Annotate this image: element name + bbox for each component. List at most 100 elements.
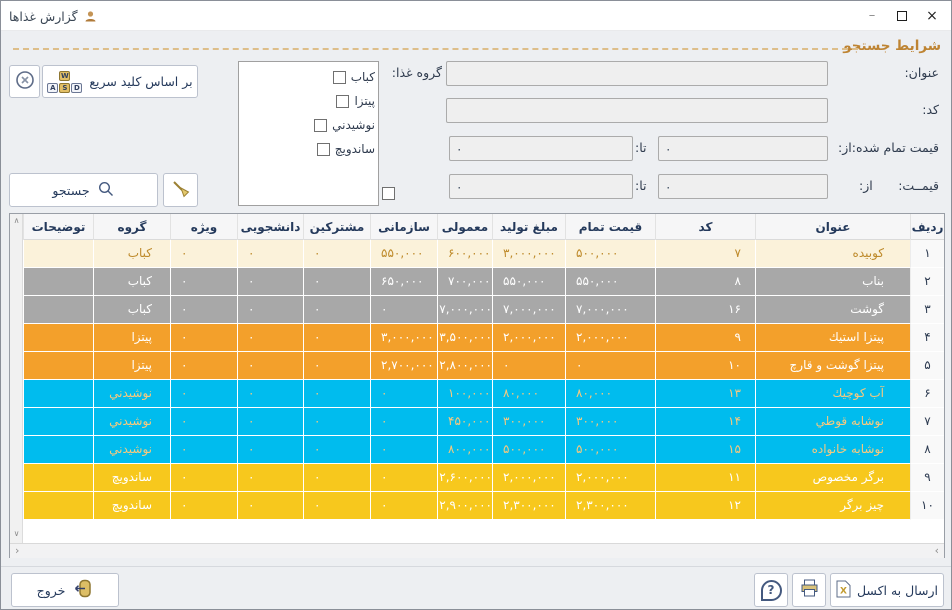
- cell-code[interactable]: ۱۵: [655, 436, 755, 464]
- cell-subscribers-price[interactable]: ۰: [303, 296, 370, 324]
- cell-notes[interactable]: [23, 352, 93, 380]
- cell-notes[interactable]: [23, 464, 93, 492]
- cell-code[interactable]: ۱۲: [655, 492, 755, 520]
- cell-production-amount[interactable]: ۳,۰۰۰,۰۰۰: [492, 240, 565, 268]
- cell-notes[interactable]: [23, 268, 93, 296]
- cost-to-input[interactable]: [449, 136, 633, 161]
- cell-title[interactable]: پیتزا گوشت و قارچ: [755, 352, 910, 380]
- cell-production-amount[interactable]: ۷,۰۰۰,۰۰۰: [492, 296, 565, 324]
- cell-normal-price[interactable]: ۱۰۰,۰۰۰: [437, 380, 492, 408]
- cell-subscribers-price[interactable]: ۰: [303, 324, 370, 352]
- cell-title[interactable]: پیتزا استیك: [755, 324, 910, 352]
- group-option[interactable]: نوشیدني: [239, 113, 378, 137]
- clear-search-button[interactable]: [163, 173, 198, 207]
- cell-total-cost[interactable]: ۰: [565, 352, 655, 380]
- clear-quick-key-button[interactable]: [9, 65, 40, 98]
- cell-organizational-price[interactable]: ۰: [370, 492, 437, 520]
- group-option[interactable]: کباب: [239, 65, 378, 89]
- cell-production-amount[interactable]: ۸۰,۰۰۰: [492, 380, 565, 408]
- cell-title[interactable]: چیز برگر: [755, 492, 910, 520]
- cell-group[interactable]: نوشیدني: [93, 408, 170, 436]
- close-button[interactable]: ×: [917, 2, 947, 29]
- cell-notes[interactable]: [23, 296, 93, 324]
- cell-normal-price[interactable]: ۴۵۰,۰۰۰: [437, 408, 492, 436]
- cell-group[interactable]: پیتزا: [93, 324, 170, 352]
- cell-student-price[interactable]: ۰: [237, 296, 303, 324]
- help-button[interactable]: ?: [754, 573, 788, 607]
- cell-radif[interactable]: ۹: [910, 464, 944, 492]
- cell-code[interactable]: ۱۶: [655, 296, 755, 324]
- cell-total-cost[interactable]: ۳۰۰,۰۰۰: [565, 408, 655, 436]
- column-header-total-cost[interactable]: قیمت تمام: [565, 214, 655, 240]
- cell-radif[interactable]: ۱: [910, 240, 944, 268]
- table-row[interactable]: ۱کوبیده۷۵۰۰,۰۰۰۳,۰۰۰,۰۰۰۶۰۰,۰۰۰۵۵۰,۰۰۰۰۰…: [23, 240, 944, 268]
- minimize-button[interactable]: –: [857, 2, 887, 29]
- cell-special-price[interactable]: ۰: [170, 408, 237, 436]
- cell-title[interactable]: آب کوچیك: [755, 380, 910, 408]
- cell-notes[interactable]: [23, 240, 93, 268]
- cell-organizational-price[interactable]: ۰: [370, 464, 437, 492]
- cell-special-price[interactable]: ۰: [170, 240, 237, 268]
- cell-radif[interactable]: ۸: [910, 436, 944, 464]
- food-group-listbox[interactable]: کبابپیتزانوشیدنيساندویچ: [238, 61, 379, 206]
- table-row[interactable]: ۴پیتزا استیك۹۲,۰۰۰,۰۰۰۲,۰۰۰,۰۰۰۳,۵۰۰,۰۰۰…: [23, 324, 944, 352]
- cell-subscribers-price[interactable]: ۰: [303, 352, 370, 380]
- cell-student-price[interactable]: ۰: [237, 352, 303, 380]
- cell-notes[interactable]: [23, 492, 93, 520]
- cell-production-amount[interactable]: ۵۵۰,۰۰۰: [492, 268, 565, 296]
- cell-normal-price[interactable]: ۲,۶۰۰,۰۰۰: [437, 464, 492, 492]
- cell-special-price[interactable]: ۰: [170, 492, 237, 520]
- cell-title[interactable]: گوشت: [755, 296, 910, 324]
- table-row[interactable]: ۵پیتزا گوشت و قارچ۱۰۰۰۲,۸۰۰,۰۰۰۲,۷۰۰,۰۰۰…: [23, 352, 944, 380]
- cell-subscribers-price[interactable]: ۰: [303, 268, 370, 296]
- cell-organizational-price[interactable]: ۰: [370, 436, 437, 464]
- group-option[interactable]: ساندویچ: [239, 137, 378, 161]
- column-header-special-price[interactable]: ویژه: [170, 214, 237, 240]
- cell-special-price[interactable]: ۰: [170, 296, 237, 324]
- table-row[interactable]: ۷نوشابه قوطي۱۴۳۰۰,۰۰۰۳۰۰,۰۰۰۴۵۰,۰۰۰۰۰۰۰ن…: [23, 408, 944, 436]
- cell-total-cost[interactable]: ۵۰۰,۰۰۰: [565, 436, 655, 464]
- cell-radif[interactable]: ۷: [910, 408, 944, 436]
- price-from-input[interactable]: [658, 174, 828, 199]
- cell-student-price[interactable]: ۰: [237, 436, 303, 464]
- cell-student-price[interactable]: ۰: [237, 380, 303, 408]
- export-excel-button[interactable]: X ارسال به اکسل: [830, 573, 944, 607]
- cell-subscribers-price[interactable]: ۰: [303, 240, 370, 268]
- cell-total-cost[interactable]: ۲,۰۰۰,۰۰۰: [565, 324, 655, 352]
- cell-title[interactable]: کوبیده: [755, 240, 910, 268]
- column-header-title[interactable]: عنوان: [755, 214, 910, 240]
- price-to-input[interactable]: [449, 174, 633, 199]
- cell-radif[interactable]: ۱۰: [910, 492, 944, 520]
- cell-subscribers-price[interactable]: ۰: [303, 492, 370, 520]
- search-button[interactable]: جستجو: [9, 173, 158, 207]
- cell-notes[interactable]: [23, 408, 93, 436]
- cell-group[interactable]: ساندویچ: [93, 464, 170, 492]
- cell-special-price[interactable]: ۰: [170, 464, 237, 492]
- cell-radif[interactable]: ۶: [910, 380, 944, 408]
- cell-special-price[interactable]: ۰: [170, 352, 237, 380]
- table-row[interactable]: ۳گوشت۱۶۷,۰۰۰,۰۰۰۷,۰۰۰,۰۰۰۷,۰۰۰,۰۰۰۰۰۰۰کب…: [23, 296, 944, 324]
- cell-organizational-price[interactable]: ۰: [370, 408, 437, 436]
- cell-organizational-price[interactable]: ۵۵۰,۰۰۰: [370, 240, 437, 268]
- select-all-groups-checkbox[interactable]: [382, 187, 395, 200]
- cell-notes[interactable]: [23, 380, 93, 408]
- cell-subscribers-price[interactable]: ۰: [303, 464, 370, 492]
- cell-normal-price[interactable]: ۳,۵۰۰,۰۰۰: [437, 324, 492, 352]
- cell-title[interactable]: برگر مخصوص: [755, 464, 910, 492]
- cell-special-price[interactable]: ۰: [170, 436, 237, 464]
- group-option[interactable]: پیتزا: [239, 89, 378, 113]
- cell-group[interactable]: کباب: [93, 268, 170, 296]
- cell-normal-price[interactable]: ۲,۹۰۰,۰۰۰: [437, 492, 492, 520]
- title-input[interactable]: [446, 61, 828, 86]
- cell-normal-price[interactable]: ۷۰۰,۰۰۰: [437, 268, 492, 296]
- column-header-student-price[interactable]: دانشجویی: [237, 214, 303, 240]
- cell-total-cost[interactable]: ۵۰۰,۰۰۰: [565, 240, 655, 268]
- cell-code[interactable]: ۷: [655, 240, 755, 268]
- scroll-right-icon[interactable]: ›: [935, 544, 939, 559]
- cell-code[interactable]: ۱۰: [655, 352, 755, 380]
- cell-code[interactable]: ۱۳: [655, 380, 755, 408]
- cell-student-price[interactable]: ۰: [237, 492, 303, 520]
- cell-total-cost[interactable]: ۵۵۰,۰۰۰: [565, 268, 655, 296]
- cell-student-price[interactable]: ۰: [237, 240, 303, 268]
- column-header-normal-price[interactable]: معمولی: [437, 214, 492, 240]
